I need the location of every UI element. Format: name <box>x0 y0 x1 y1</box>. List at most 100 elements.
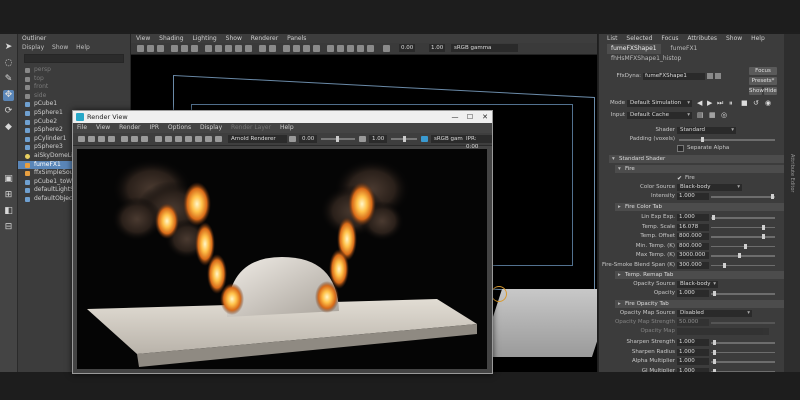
outliner-menu-show[interactable]: Show <box>52 44 68 51</box>
gamma-icon[interactable] <box>359 136 366 142</box>
camera-attributes-icon[interactable] <box>137 45 144 52</box>
section-fire-color[interactable]: Fire Color Tab <box>615 203 785 211</box>
rv-menu-options[interactable]: Options <box>168 124 191 131</box>
shader-param-slider[interactable] <box>711 359 775 364</box>
motion-blur-icon[interactable] <box>313 45 320 52</box>
stop-icon[interactable]: ■ <box>741 100 748 107</box>
fit-frame-icon[interactable] <box>185 136 192 142</box>
slider-knob[interactable] <box>713 349 716 355</box>
grid-icon[interactable] <box>171 45 178 52</box>
ipr-render-icon[interactable] <box>88 136 95 142</box>
padding-slider[interactable] <box>679 137 775 142</box>
rv-gamma-field[interactable]: 1.00 <box>369 135 388 143</box>
bookmark-icon[interactable] <box>147 45 154 52</box>
rv-menu-display[interactable]: Display <box>200 124 222 131</box>
vp-menu-panels[interactable]: Panels <box>287 35 306 42</box>
separate-alpha-checkbox[interactable] <box>677 145 684 152</box>
hide-button[interactable]: Hide <box>764 87 777 95</box>
light-gizmo-icon[interactable] <box>491 286 507 302</box>
image-plane-icon[interactable] <box>157 45 164 52</box>
fire-color-row-slider[interactable] <box>711 224 775 230</box>
opacity-source-dropdown[interactable]: Black-body <box>677 281 718 288</box>
shader-param-slider[interactable] <box>711 368 775 372</box>
vp-menu-shading[interactable]: Shading <box>159 35 183 42</box>
slider-knob[interactable] <box>713 359 716 364</box>
film-gate-icon[interactable] <box>181 45 188 52</box>
play-backward-icon[interactable]: ◀ <box>697 100 702 107</box>
outliner-item[interactable]: side <box>18 92 130 101</box>
record-icon[interactable]: ◉ <box>765 100 771 107</box>
node-name-field[interactable]: fumeFXShape1 <box>643 73 705 80</box>
shadows-icon[interactable] <box>245 45 252 52</box>
snapshot-icon[interactable] <box>121 136 128 142</box>
close-icon[interactable]: ✕ <box>478 111 492 123</box>
attr-menu-list[interactable]: List <box>607 35 618 42</box>
color-management-icon[interactable] <box>347 45 354 52</box>
outliner-search-input[interactable] <box>24 54 124 63</box>
viewport-exposure-field[interactable]: 0.00 <box>399 44 416 52</box>
opacity-field[interactable]: 1.000 <box>677 290 709 297</box>
rv-menu-file[interactable]: File <box>77 124 87 131</box>
viewport-color-space-dropdown[interactable]: sRGB gamma <box>451 44 518 52</box>
cache-icon[interactable]: ▦ <box>709 112 716 119</box>
shader-param-field[interactable]: 1.000 <box>677 339 709 346</box>
fire-color-row-slider[interactable] <box>711 262 775 268</box>
keep-image-icon[interactable] <box>131 136 138 142</box>
presets-button[interactable]: Presets* <box>749 77 777 85</box>
folder-icon[interactable]: ▤ <box>697 112 704 119</box>
show-button[interactable]: Show <box>749 87 764 95</box>
intensity-slider[interactable] <box>711 194 775 199</box>
section-standard-shader[interactable]: Standard Shader <box>609 155 785 163</box>
shader-param-field[interactable]: 1.000 <box>677 358 709 365</box>
renderer-dropdown[interactable]: Arnold Renderer <box>228 135 287 143</box>
fire-color-row-slider[interactable] <box>711 243 775 249</box>
remove-image-icon[interactable] <box>141 136 148 142</box>
dof-icon[interactable] <box>303 45 310 52</box>
input-dropdown[interactable]: Default Cache <box>627 112 692 119</box>
lights-icon[interactable] <box>235 45 242 52</box>
shader-param-slider[interactable] <box>711 340 775 345</box>
ab-compare-icon[interactable] <box>195 136 202 142</box>
slider-knob[interactable] <box>713 368 716 372</box>
vp-menu-view[interactable]: View <box>136 35 150 42</box>
layout-stack-icon[interactable]: ⊟ <box>3 222 14 233</box>
shader-dropdown[interactable]: Standard <box>677 127 736 134</box>
alpha-channel-icon[interactable] <box>165 136 172 142</box>
node-goto-icon[interactable] <box>707 73 713 79</box>
attr-menu-show[interactable]: Show <box>726 35 742 42</box>
render-fx-icon[interactable]: ◎ <box>721 112 727 119</box>
viewport-gamma-field[interactable]: 1.00 <box>429 44 446 52</box>
exposure-icon[interactable] <box>327 45 334 52</box>
antialiasing-icon[interactable] <box>293 45 300 52</box>
hud-icon[interactable] <box>383 45 390 52</box>
pause-icon[interactable]: ⏸ <box>729 100 733 107</box>
mode-dropdown[interactable]: Default Simulation <box>627 100 692 107</box>
slider-knob[interactable] <box>738 253 741 258</box>
wireframe-icon[interactable] <box>205 45 212 52</box>
rv-menu-render[interactable]: Render <box>119 124 140 131</box>
play-icon[interactable]: ▶ <box>707 100 712 107</box>
section-temp-remap[interactable]: Temp. Remap Tab <box>615 271 785 279</box>
rv-menu-view[interactable]: View <box>96 124 110 131</box>
lasso-tool-icon[interactable]: ◌ <box>3 58 14 69</box>
paint-tool-icon[interactable]: ✎ <box>3 74 14 85</box>
minimize-icon[interactable]: — <box>448 111 462 123</box>
intensity-field[interactable]: 1.000 <box>677 193 709 200</box>
vp-menu-lighting[interactable]: Lighting <box>192 35 216 42</box>
move-tool-icon[interactable]: ✥ <box>3 90 14 101</box>
attr-menu-selected[interactable]: Selected <box>626 35 652 42</box>
outliner-menu-help[interactable]: Help <box>76 44 90 51</box>
slider-knob[interactable] <box>744 243 747 249</box>
tab-fumefx1[interactable]: fumeFX1 <box>667 44 702 54</box>
fire-color-row-field[interactable]: 1.000 <box>677 214 709 221</box>
render-camera-icon[interactable] <box>215 136 222 142</box>
attr-menu-attributes[interactable]: Attributes <box>687 35 717 42</box>
color-source-dropdown[interactable]: Black-body <box>677 184 742 191</box>
rv-gamma-slider-knob[interactable] <box>403 136 406 142</box>
outliner-menu-display[interactable]: Display <box>22 44 44 51</box>
layout-side-icon[interactable]: ◧ <box>3 206 14 217</box>
node-output-icon[interactable] <box>715 73 721 79</box>
shader-param-field[interactable]: 1.000 <box>677 348 709 356</box>
vp-menu-show[interactable]: Show <box>226 35 242 42</box>
focus-button[interactable]: Focus <box>749 67 777 75</box>
